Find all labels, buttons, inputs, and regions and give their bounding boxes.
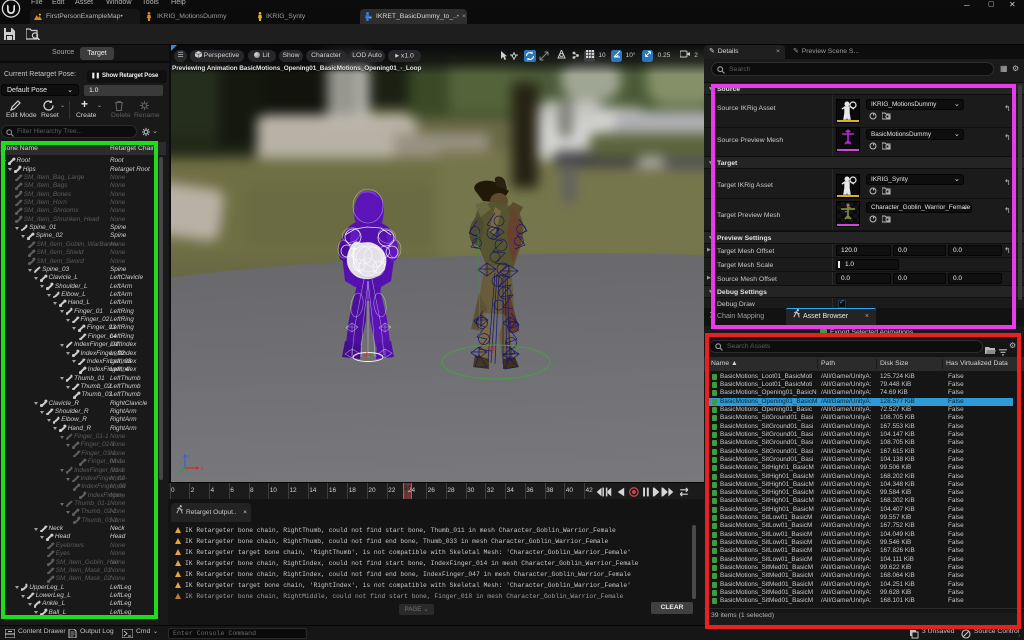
svg-text:z: z — [187, 454, 190, 460]
svg-text:x: x — [201, 466, 204, 472]
svg-text:y: y — [177, 471, 180, 476]
